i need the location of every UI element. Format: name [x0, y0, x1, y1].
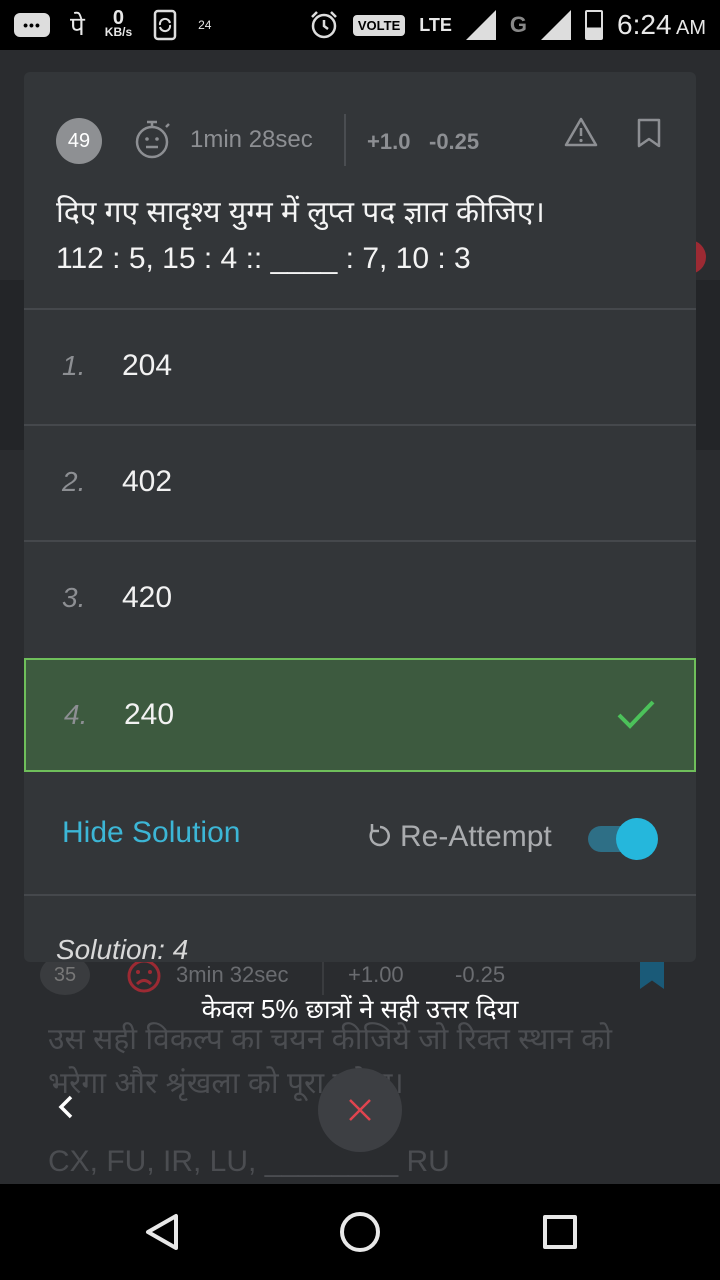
correct-percentage-toast: केवल 5% छात्रों ने सही उत्तर दिया — [201, 994, 519, 1024]
app-notification-icon: पे — [70, 11, 85, 41]
solution-controls: Hide Solution Re-Attempt — [24, 774, 696, 894]
question-number-badge: 49 — [56, 118, 102, 164]
header-separator — [344, 114, 346, 166]
close-button[interactable] — [318, 1068, 402, 1152]
notification-badge: 24 — [198, 18, 212, 32]
close-icon — [349, 1099, 371, 1121]
positive-marks: +1.0 — [367, 129, 411, 154]
signal-strength-icon — [465, 10, 496, 40]
background-negative-marks: -0.25 — [455, 962, 506, 987]
question-card: 49 1min 28sec +1.0 -0.25 दिए गए सादृश्य … — [24, 72, 696, 962]
option-2[interactable]: 2. 402 — [24, 424, 696, 538]
background-positive-marks: +1.00 — [348, 962, 404, 987]
lte-icon: LTE — [419, 14, 452, 35]
nav-recent-apps-icon[interactable] — [543, 1215, 577, 1249]
checkmark-icon — [617, 700, 655, 729]
question-text-line1: दिए गए सादृश्य युग्म में लुप्त पद ज्ञात … — [56, 196, 545, 229]
chat-notification-icon: ••• — [14, 13, 50, 37]
option-number: 2. — [62, 466, 86, 497]
g-network-icon: G — [509, 12, 528, 37]
option-value: 420 — [122, 581, 173, 614]
option-1[interactable]: 1. 204 — [24, 308, 696, 422]
refresh-icon[interactable] — [368, 822, 392, 848]
option-value: 204 — [122, 349, 173, 382]
stopwatch-icon — [135, 120, 170, 159]
option-3[interactable]: 3. 420 — [24, 540, 696, 654]
option-value: 240 — [124, 698, 175, 731]
question-header: 49 1min 28sec +1.0 -0.25 — [24, 72, 696, 182]
status-bar: ••• पे 0 KB/s 24 VOLTE LTE G 6:24 AM — [0, 0, 720, 50]
network-speed-unit: KB/s — [104, 25, 133, 39]
report-warning-icon[interactable] — [564, 116, 598, 148]
phone-sync-icon — [153, 9, 177, 41]
nav-home-icon[interactable] — [340, 1212, 380, 1252]
clock-time: 6:24 — [617, 9, 672, 40]
solution-separator — [24, 894, 696, 896]
option-number: 3. — [62, 582, 86, 613]
volte-icon: VOLTE — [352, 14, 406, 36]
nav-back-icon[interactable] — [142, 1212, 182, 1252]
question-text: दिए गए सादृश्य युग्म में लुप्त पद ज्ञात … — [56, 190, 676, 282]
option-number: 4. — [64, 699, 88, 730]
battery-icon — [585, 10, 604, 40]
hide-solution-button[interactable]: Hide Solution — [62, 816, 240, 850]
option-value: 402 — [122, 465, 173, 498]
option-number: 1. — [62, 350, 86, 381]
background-time-taken: 3min 32sec — [176, 962, 289, 987]
network-speed-value: 0 — [112, 7, 125, 29]
time-taken: 1min 28sec — [190, 126, 313, 153]
navigation-bar — [0, 1184, 720, 1280]
negative-marks: -0.25 — [429, 129, 480, 154]
solution-label: Solution: 4 — [56, 934, 189, 962]
question-text-line2: 112 : 5, 15 : 4 :: ____ : 7, 10 : 3 — [56, 242, 471, 275]
clock-ampm: AM — [676, 17, 706, 39]
toggle-thumb — [616, 818, 658, 860]
option-4-correct[interactable]: 4. 240 — [24, 658, 696, 772]
reattempt-toggle[interactable] — [588, 818, 658, 860]
bookmark-icon[interactable] — [636, 118, 662, 148]
reattempt-button[interactable]: Re-Attempt — [400, 820, 552, 854]
network-speed: 0 KB/s — [104, 7, 133, 39]
alarm-icon — [310, 11, 337, 39]
chevron-left-icon[interactable] — [54, 1094, 80, 1120]
background-question-series: CX, FU, IR, LU, ________ RU — [48, 1145, 450, 1178]
signal-strength-2-icon — [541, 10, 572, 40]
